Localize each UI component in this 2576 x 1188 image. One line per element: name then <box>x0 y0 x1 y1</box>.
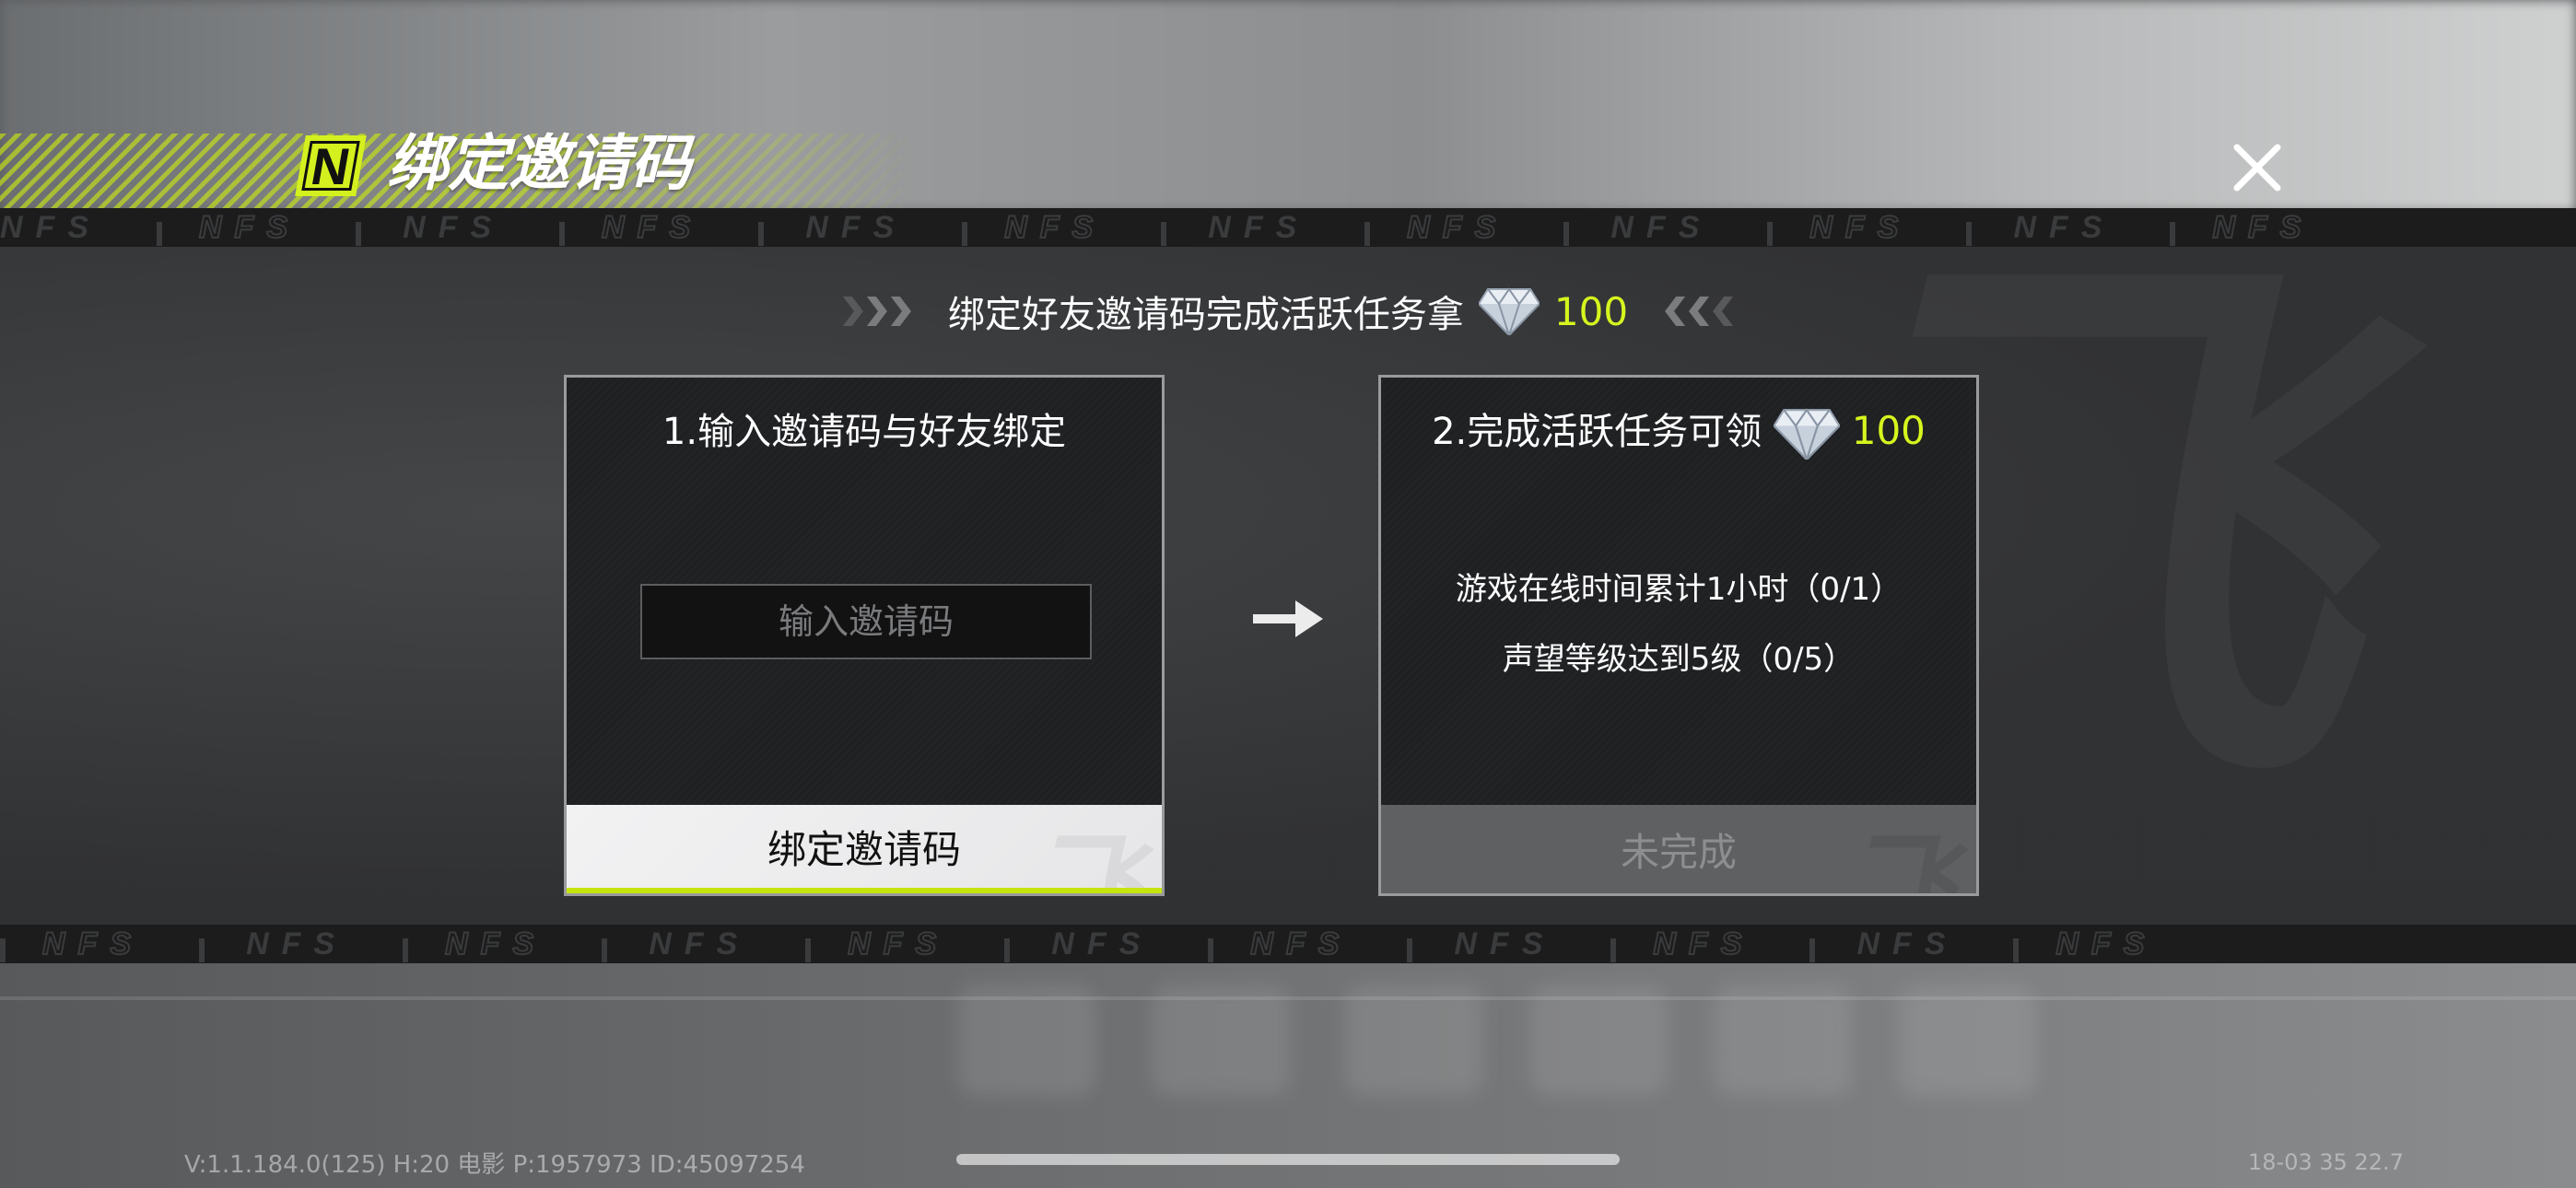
page-title: 绑定邀请码 <box>387 128 691 199</box>
close-icon <box>2233 144 2281 192</box>
reward-amount: 100 <box>1553 288 1629 334</box>
step2-title-text: 2.完成活跃任务可领 <box>1432 411 1762 453</box>
chevron-left-decoration <box>1665 297 1734 326</box>
task-reputation-level: 声望等级达到5级（0/5） <box>1502 641 1856 678</box>
step1-card: 1.输入邀请码与好友绑定 飞 绑定邀请码 <box>564 375 1165 896</box>
bind-code-button[interactable]: 飞 绑定邀请码 <box>567 805 1162 893</box>
reward-banner: 绑定好友邀请码完成活跃任务拿 100 <box>0 284 2576 339</box>
bind-code-button-label: 绑定邀请码 <box>767 826 961 872</box>
nfs-strip-bottom: NFS NFS NFS NFS NFS NFS NFS NFS NFS NFS NFS <box>0 925 2576 963</box>
step1-title: 1.输入邀请码与好友绑定 <box>662 411 1067 453</box>
diamond-icon <box>1773 408 1841 461</box>
status-label: 未完成 <box>1620 829 1737 875</box>
home-indicator[interactable] <box>956 1154 1620 1165</box>
close-button[interactable] <box>2228 138 2287 197</box>
step2-amount: 100 <box>1851 408 1926 453</box>
task-online-time: 游戏在线时间累计1小时（0/1） <box>1455 571 1903 608</box>
version-info: V:1.1.184.0(125) H:20 电影 P:1957973 ID:45… <box>184 1151 805 1179</box>
nfs-logo-icon: N <box>295 135 367 196</box>
status-button-incomplete: 飞 未完成 <box>1381 805 1976 893</box>
chevron-right-decoration <box>842 297 911 326</box>
step2-card: 2.完成活跃任务可领 100 游戏在线时间累计1小时（0/1） 声望等级达到5级… <box>1378 375 1979 896</box>
invite-code-input[interactable] <box>640 584 1092 659</box>
step2-title: 2.完成活跃任务可领 100 <box>1381 402 1976 461</box>
arrow-right-icon <box>1253 600 1323 637</box>
reward-text: 绑定好友邀请码完成活跃任务拿 <box>947 294 1464 336</box>
nfs-strip-top: NFS NFS NFS NFS NFS NFS NFS NFS NFS NFS NFS NF… <box>0 208 2576 247</box>
diamond-icon <box>1478 287 1540 335</box>
time-info: 18-03 35 22.7 <box>2248 1149 2404 1175</box>
